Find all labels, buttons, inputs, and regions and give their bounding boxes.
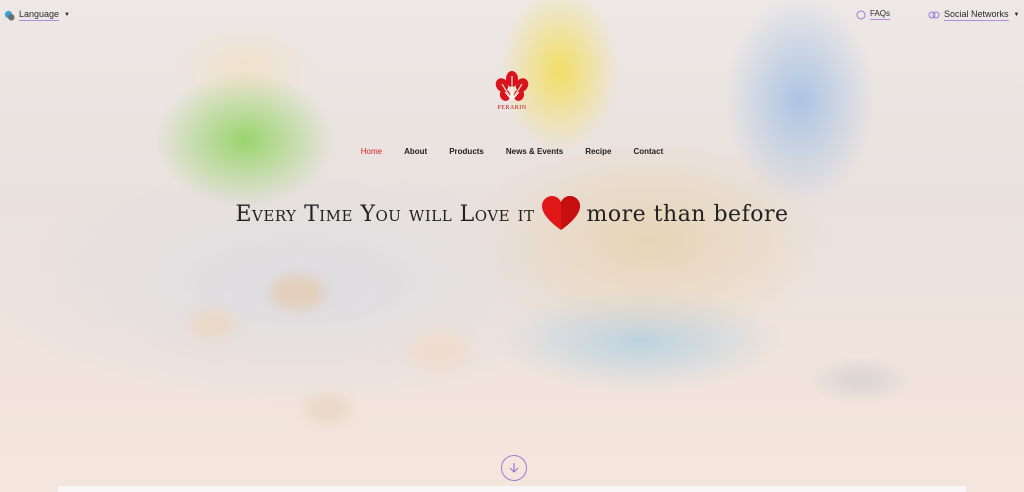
nav-about[interactable]: About <box>393 147 438 156</box>
arrow-down-icon <box>509 463 519 473</box>
chevron-down-icon: ▼ <box>1013 12 1020 18</box>
faqs-label: FAQs <box>870 9 891 20</box>
nav-recipe[interactable]: Recipe <box>574 147 622 156</box>
nav-home[interactable]: Home <box>350 147 393 156</box>
question-icon <box>856 10 866 19</box>
language-label: Language <box>19 9 60 21</box>
chevron-down-icon: ▼ <box>64 12 70 18</box>
faqs-link[interactable]: FAQs <box>856 9 891 20</box>
brand-logo[interactable]: PERARIN <box>492 70 532 114</box>
language-selector[interactable]: Language ▼ <box>4 9 70 21</box>
scroll-down-button[interactable] <box>501 455 527 481</box>
social-networks-label: Social Networks <box>944 9 1009 21</box>
nav-contact[interactable]: Contact <box>622 147 674 156</box>
headline-part-1: Every Time You will Love it <box>235 201 535 227</box>
content-section-edge <box>58 486 966 492</box>
hero-headline: Every Time You will Love it more than be… <box>0 196 1024 232</box>
social-icon <box>928 11 940 19</box>
nav-products[interactable]: Products <box>438 147 495 156</box>
peanut-decoration <box>190 310 235 340</box>
language-icon <box>4 10 15 21</box>
headline-part-2: more than before <box>586 201 789 227</box>
flower-logo-icon <box>495 71 529 101</box>
heart-icon <box>541 196 580 230</box>
peanut-decoration <box>305 395 350 423</box>
logo-text: PERARIN <box>497 105 527 111</box>
nav-news-events[interactable]: News & Events <box>495 147 574 156</box>
peanut-decoration <box>270 275 325 310</box>
social-networks-selector[interactable]: Social Networks ▼ <box>928 9 1019 21</box>
main-navigation: Home About Products News & Events Recipe… <box>0 147 1024 156</box>
peanut-decoration <box>410 330 470 370</box>
